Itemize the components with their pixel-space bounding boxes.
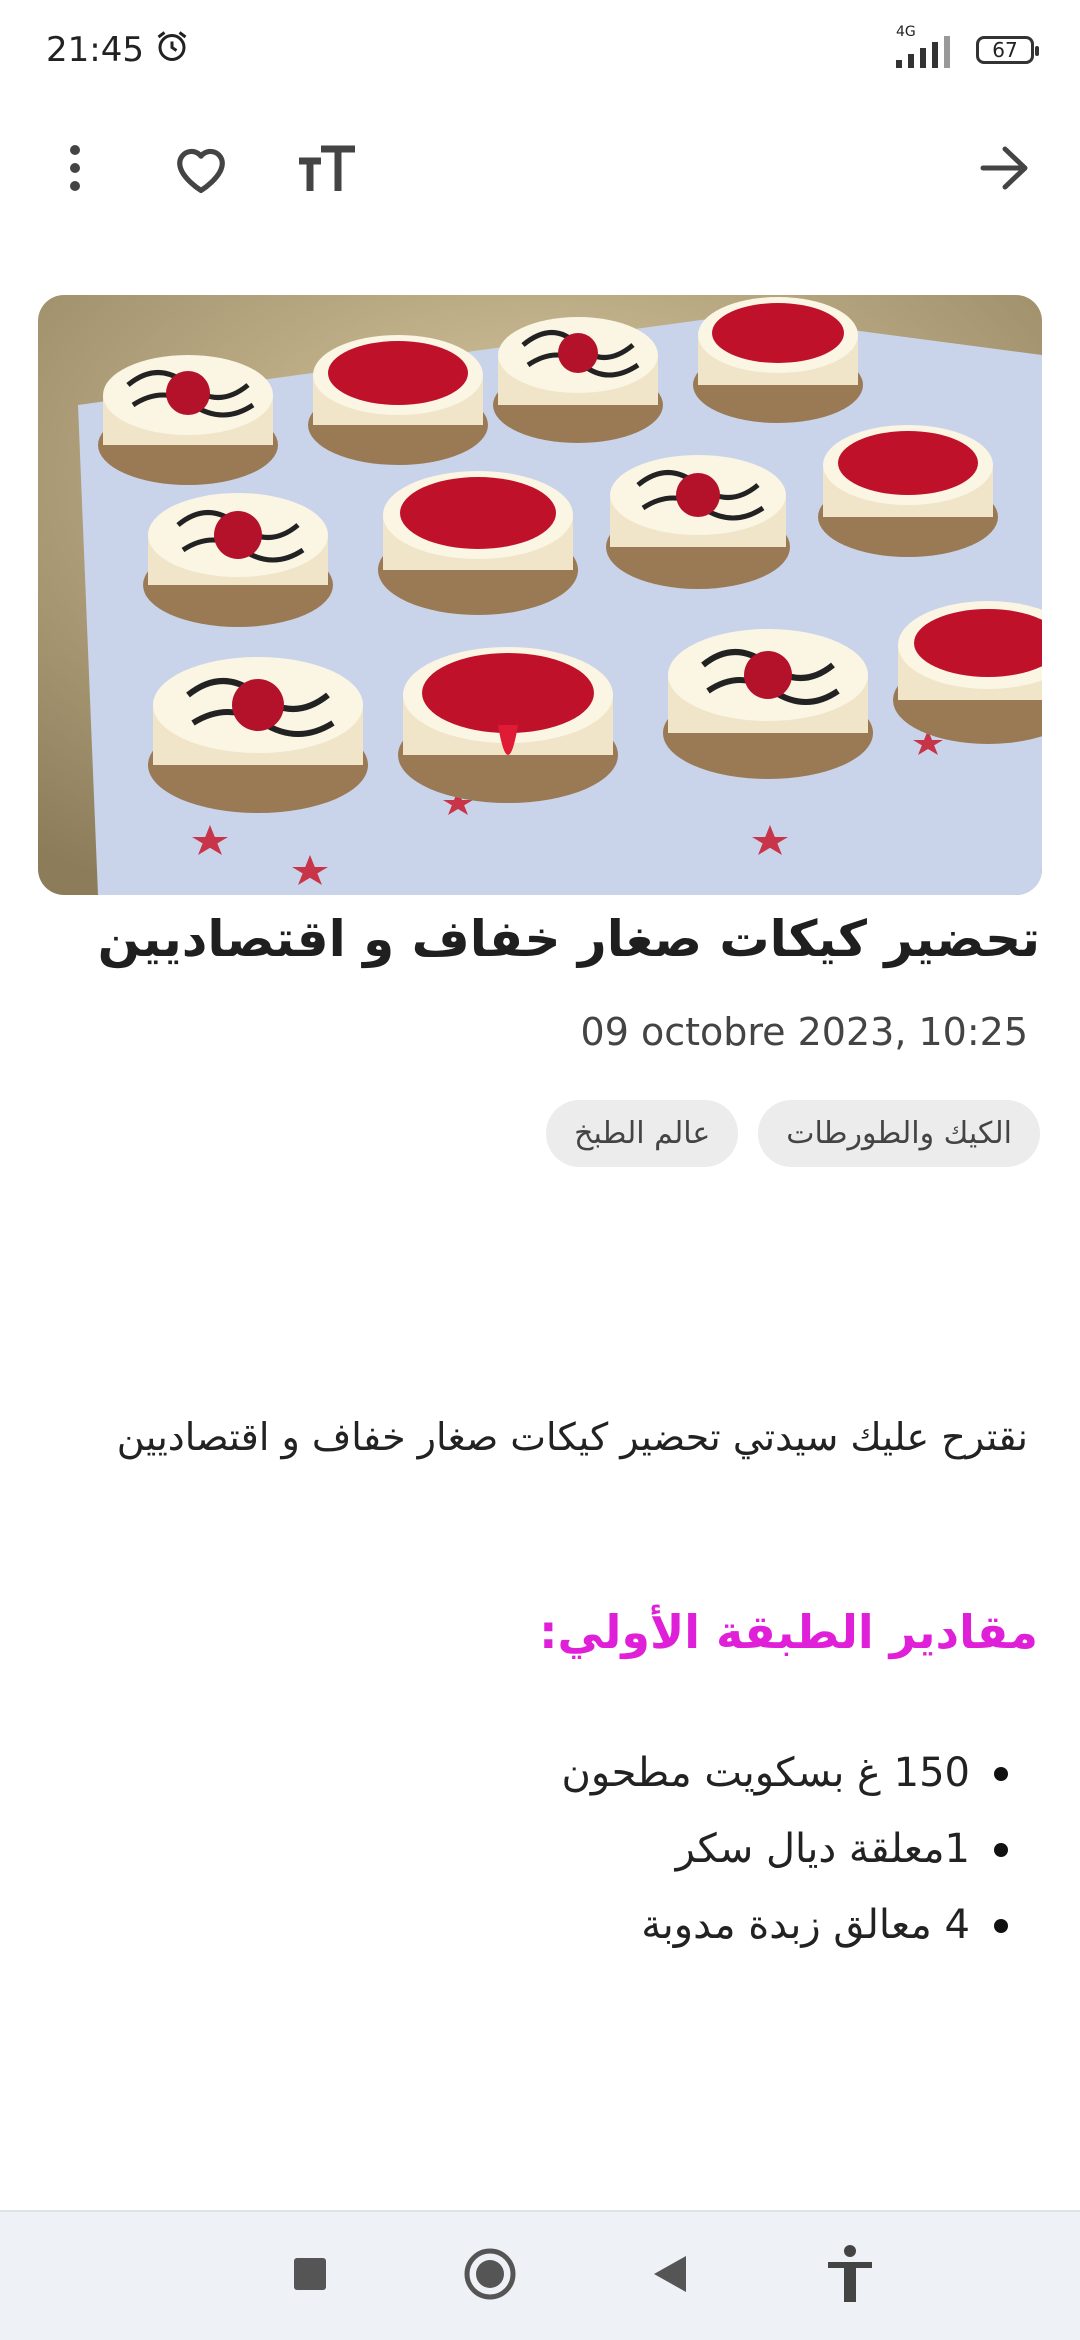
- article-date: 09 octobre 2023, 10:25: [580, 1010, 1028, 1054]
- back-triangle-icon: [652, 2254, 688, 2298]
- system-navigation-bar: [0, 2210, 1080, 2340]
- home-button[interactable]: [450, 2236, 530, 2316]
- battery-level: 67: [992, 38, 1018, 62]
- arrow-forward-icon: [979, 145, 1031, 195]
- status-time: 21:45: [46, 30, 144, 70]
- heart-icon: [172, 142, 230, 198]
- list-item: 4 معالق زبدة مدوبة: [70, 1887, 1008, 1963]
- article-intro: نقترح عليك سيدتي تحضير كيكات صغار خفاف و…: [116, 1415, 1028, 1459]
- accessibility-button[interactable]: [810, 2236, 890, 2316]
- category-chips: الكيك والطورطات عالم الطبخ: [546, 1100, 1040, 1167]
- stop-square-icon: [293, 2257, 327, 2295]
- ingredients-list: 150 غ بسكويت مطحون 1معلقة ديال سكر 4 معا…: [70, 1735, 1008, 1963]
- home-circle-icon: [464, 2248, 516, 2304]
- article-hero-image: [38, 295, 1042, 895]
- category-chip[interactable]: عالم الطبخ: [546, 1100, 739, 1167]
- back-button[interactable]: [970, 135, 1040, 205]
- accessibility-icon: [826, 2244, 874, 2308]
- status-right: 4G 67: [890, 24, 1039, 70]
- status-bar: 21:45 4G 67: [0, 0, 1080, 100]
- more-vert-icon: [65, 142, 85, 198]
- favorite-button[interactable]: [166, 135, 236, 205]
- category-chip[interactable]: الكيك والطورطات: [758, 1100, 1040, 1167]
- alarm-icon: [154, 28, 190, 73]
- article-toolbar: [0, 115, 1080, 225]
- list-item: 150 غ بسكويت مطحون: [70, 1735, 1008, 1811]
- article-title: تحضير كيكات صغار خفاف و اقتصاديين: [97, 910, 1040, 968]
- section-heading: مقادير الطبقة الأولي:: [539, 1605, 1038, 1659]
- more-options-button[interactable]: [40, 135, 110, 205]
- battery-indicator: 67: [976, 36, 1039, 64]
- toolbar-actions: [40, 135, 362, 205]
- system-back-button[interactable]: [630, 2236, 710, 2316]
- list-item: 1معلقة ديال سكر: [70, 1811, 1008, 1887]
- recents-button[interactable]: [270, 2236, 350, 2316]
- text-size-button[interactable]: [292, 135, 362, 205]
- status-left: 21:45: [46, 28, 190, 73]
- signal-icon: 4G: [890, 24, 960, 70]
- text-size-icon: [295, 143, 359, 197]
